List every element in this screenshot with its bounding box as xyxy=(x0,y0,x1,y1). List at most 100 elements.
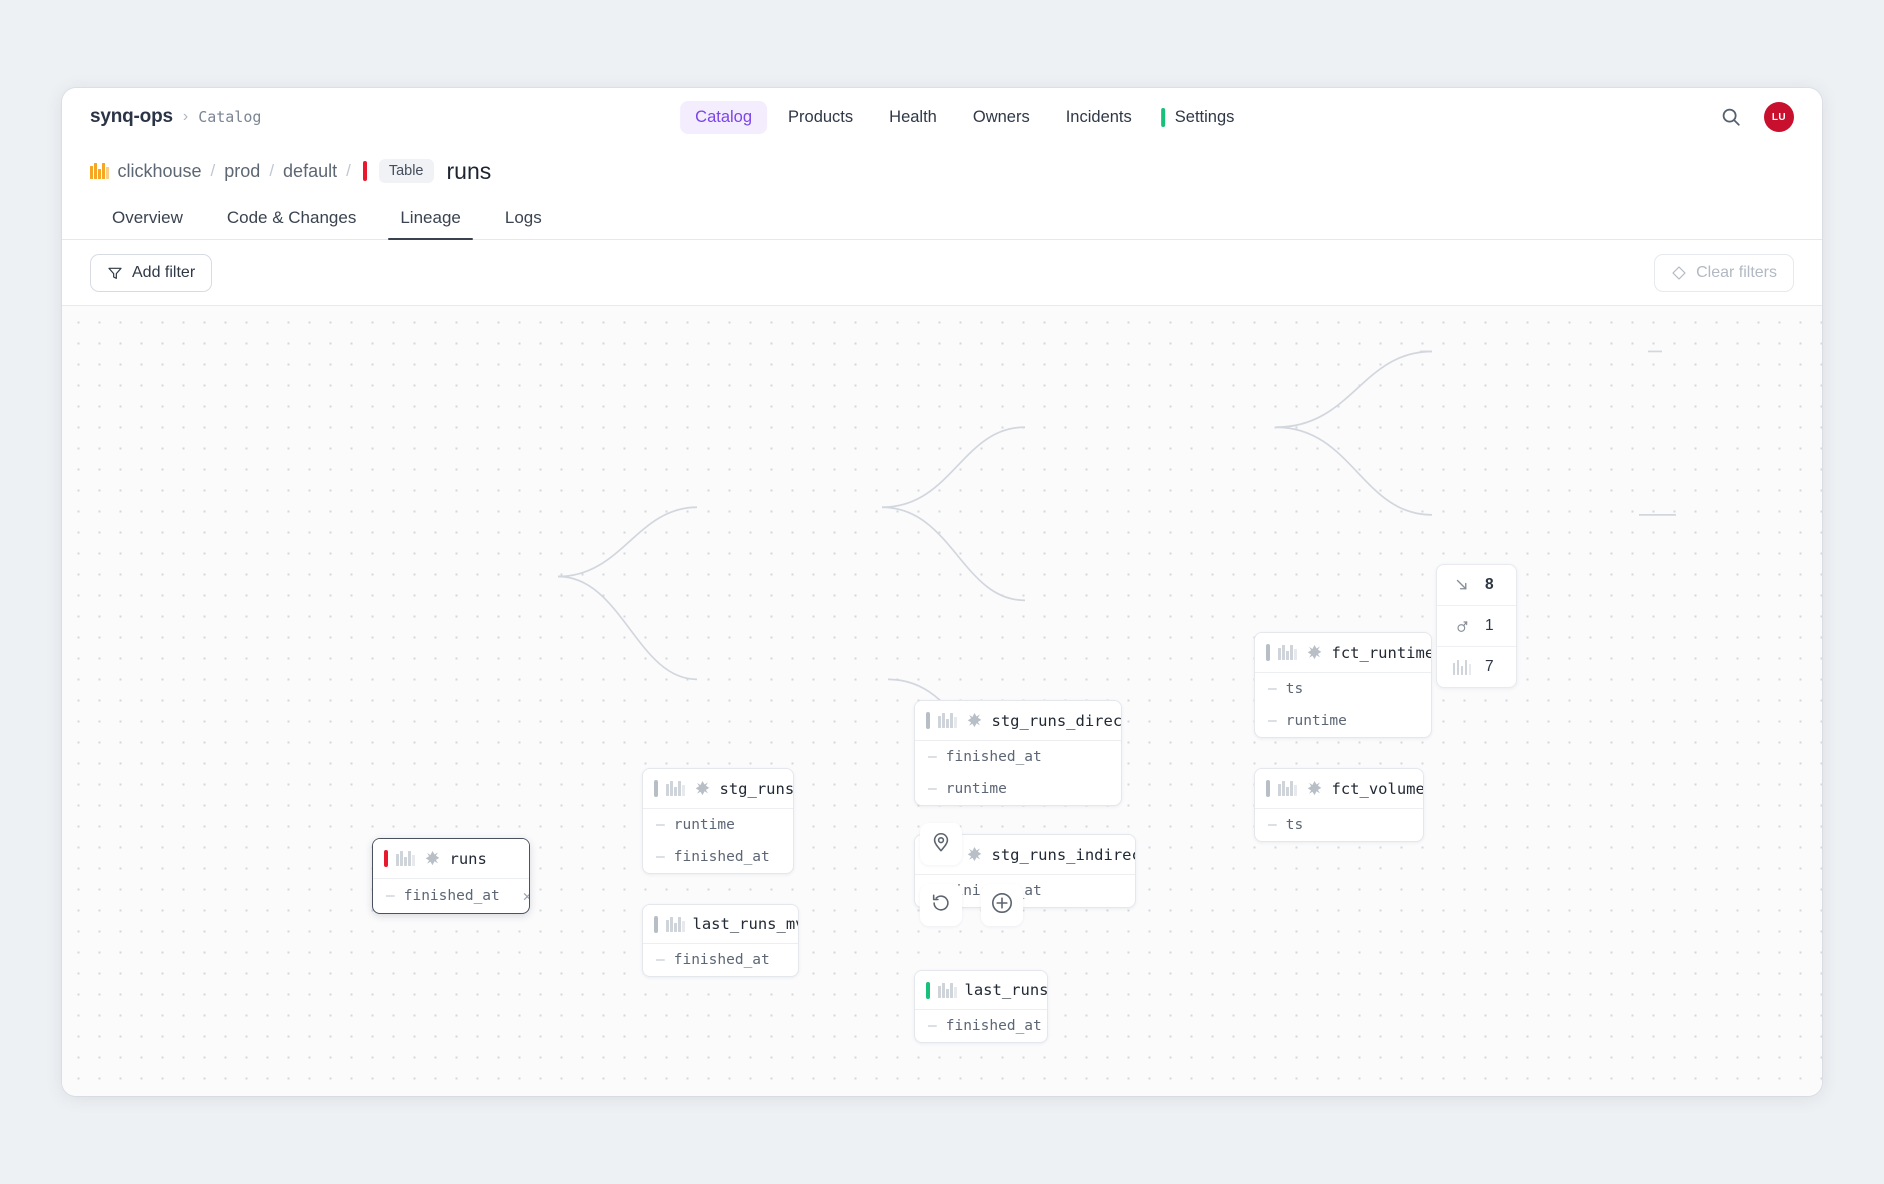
node-header[interactable]: last_runs xyxy=(915,971,1047,1010)
dbt-icon xyxy=(1453,617,1471,635)
column-name: finished_at xyxy=(404,888,500,904)
node-column-row[interactable]: — finished_at xyxy=(643,944,798,976)
brand-crumb-catalog[interactable]: Catalog xyxy=(198,108,261,126)
status-bar xyxy=(1266,644,1270,661)
dbt-icon xyxy=(1305,643,1324,662)
node-header[interactable]: stg_runs_direct xyxy=(915,701,1121,741)
clickhouse-icon xyxy=(666,917,685,932)
lineage-node-stg-runs-direct[interactable]: stg_runs_direct — finished_at — runtime xyxy=(914,700,1122,806)
lineage-canvas[interactable]: runs — finished_at ✕ stg_runs — runtime xyxy=(62,306,1822,1096)
lineage-node-last-runs-mv[interactable]: last_runs_mv — finished_at xyxy=(642,904,799,977)
brand-separator: › xyxy=(183,108,188,126)
column-name: runtime xyxy=(946,781,1007,797)
tab-overview[interactable]: Overview xyxy=(90,208,205,239)
column-dash: — xyxy=(386,888,395,904)
nav-item-owners[interactable]: Owners xyxy=(958,101,1045,134)
clickhouse-icon xyxy=(938,983,957,998)
tab-logs[interactable]: Logs xyxy=(483,208,564,239)
clickhouse-icon xyxy=(1278,781,1297,796)
node-header[interactable]: runs xyxy=(373,839,529,879)
lineage-node-last-runs[interactable]: last_runs — finished_at xyxy=(914,970,1048,1043)
node-name: last_runs_mv xyxy=(693,915,800,933)
node-column-row[interactable]: — finished_at xyxy=(643,841,793,873)
page-title: runs xyxy=(447,158,492,185)
node-column-row[interactable]: — ts xyxy=(1255,673,1431,705)
close-icon[interactable]: ✕ xyxy=(509,887,530,905)
node-column-row[interactable]: — runtime xyxy=(643,809,793,841)
tab-code-and-changes[interactable]: Code & Changes xyxy=(205,208,378,239)
nav-item-incidents[interactable]: Incidents xyxy=(1051,101,1147,134)
clickhouse-icon xyxy=(1278,645,1297,660)
node-header[interactable]: fct_volume xyxy=(1255,769,1423,809)
tab-lineage[interactable]: Lineage xyxy=(378,208,483,239)
brand-breadcrumb: synq-ops › Catalog xyxy=(90,106,261,128)
funnel-icon xyxy=(107,265,123,281)
node-column-row[interactable]: — runtime xyxy=(915,773,1121,805)
nav-item-health[interactable]: Health xyxy=(874,101,952,134)
expand-all-button[interactable] xyxy=(981,884,1023,926)
dbt-icon xyxy=(423,849,442,868)
node-column-row[interactable]: — finished_at xyxy=(915,741,1121,773)
lineage-node-stg-runs[interactable]: stg_runs — runtime — finished_at xyxy=(642,768,794,874)
stat-value: 8 xyxy=(1485,576,1494,594)
nav-item-catalog[interactable]: Catalog xyxy=(680,101,767,134)
breadcrumb-default[interactable]: default xyxy=(283,161,337,182)
dbt-icon xyxy=(1305,779,1324,798)
search-icon[interactable] xyxy=(1720,106,1742,128)
column-dash: — xyxy=(656,849,665,865)
nav-item-settings-label[interactable]: Settings xyxy=(1175,101,1250,134)
node-header[interactable]: last_runs_mv xyxy=(643,905,798,944)
plus-circle-icon xyxy=(990,891,1014,920)
dbt-icon xyxy=(965,845,984,864)
nav-right-actions: LU xyxy=(1720,102,1794,132)
reset-icon xyxy=(930,892,952,919)
lineage-node-runs[interactable]: runs — finished_at ✕ xyxy=(372,838,530,914)
node-header[interactable]: stg_runs xyxy=(643,769,793,809)
stat-row-clickhouse[interactable]: 7 xyxy=(1437,647,1516,687)
breadcrumb-prod[interactable]: prod xyxy=(224,161,260,182)
reset-layout-button[interactable] xyxy=(920,884,962,926)
add-filter-button[interactable]: Add filter xyxy=(90,254,212,292)
node-header[interactable]: fct_runtime xyxy=(1255,633,1431,673)
avatar[interactable]: LU xyxy=(1764,102,1794,132)
node-column-row[interactable]: — finished_at ✕ xyxy=(373,879,529,913)
brand-name[interactable]: synq-ops xyxy=(90,106,173,128)
lineage-stats-panel: 8 1 7 xyxy=(1436,564,1517,688)
lineage-node-fct-runtime[interactable]: fct_runtime — ts — runtime xyxy=(1254,632,1432,738)
clear-filters-button[interactable]: Clear filters xyxy=(1654,254,1794,292)
clickhouse-icon xyxy=(90,163,109,179)
node-column-row[interactable]: — finished_at xyxy=(915,1010,1047,1042)
column-name: finished_at xyxy=(946,1018,1042,1034)
clickhouse-icon xyxy=(666,781,685,796)
lineage-node-fct-volume[interactable]: fct_volume — ts xyxy=(1254,768,1424,842)
status-bar xyxy=(654,916,658,933)
clear-filters-label: Clear filters xyxy=(1696,264,1777,282)
filter-toolbar: Add filter Clear filters xyxy=(62,240,1822,306)
nav-item-settings[interactable]: Settings xyxy=(1161,101,1250,134)
detail-tabs: Overview Code & Changes Lineage Logs xyxy=(62,196,1822,240)
column-dash: — xyxy=(656,952,665,968)
status-bar xyxy=(384,850,388,867)
column-dash: — xyxy=(928,749,937,765)
status-bar xyxy=(654,780,658,797)
node-name: fct_volume xyxy=(1332,780,1425,798)
stat-row-dbt[interactable]: 1 xyxy=(1437,606,1516,647)
column-dash: — xyxy=(1268,713,1277,729)
locate-button[interactable] xyxy=(920,823,962,865)
node-name: stg_runs_direct xyxy=(992,712,1123,730)
nav-item-products[interactable]: Products xyxy=(773,101,868,134)
arrow-down-right-icon xyxy=(1453,576,1471,594)
breadcrumb-clickhouse[interactable]: clickhouse xyxy=(118,161,202,182)
stat-value: 1 xyxy=(1485,617,1494,635)
column-name: ts xyxy=(1286,681,1303,697)
status-bar xyxy=(926,982,930,999)
breadcrumb-separator: / xyxy=(269,161,274,181)
stat-row-downstream[interactable]: 8 xyxy=(1437,565,1516,606)
node-column-row[interactable]: — ts xyxy=(1255,809,1423,841)
node-name: fct_runtime xyxy=(1332,644,1433,662)
node-column-row[interactable]: — runtime xyxy=(1255,705,1431,737)
breadcrumb-separator: / xyxy=(346,161,351,181)
node-name: last_runs xyxy=(965,981,1049,999)
app-window: synq-ops › Catalog Catalog Products Heal… xyxy=(62,88,1822,1096)
clickhouse-icon xyxy=(1453,658,1471,676)
